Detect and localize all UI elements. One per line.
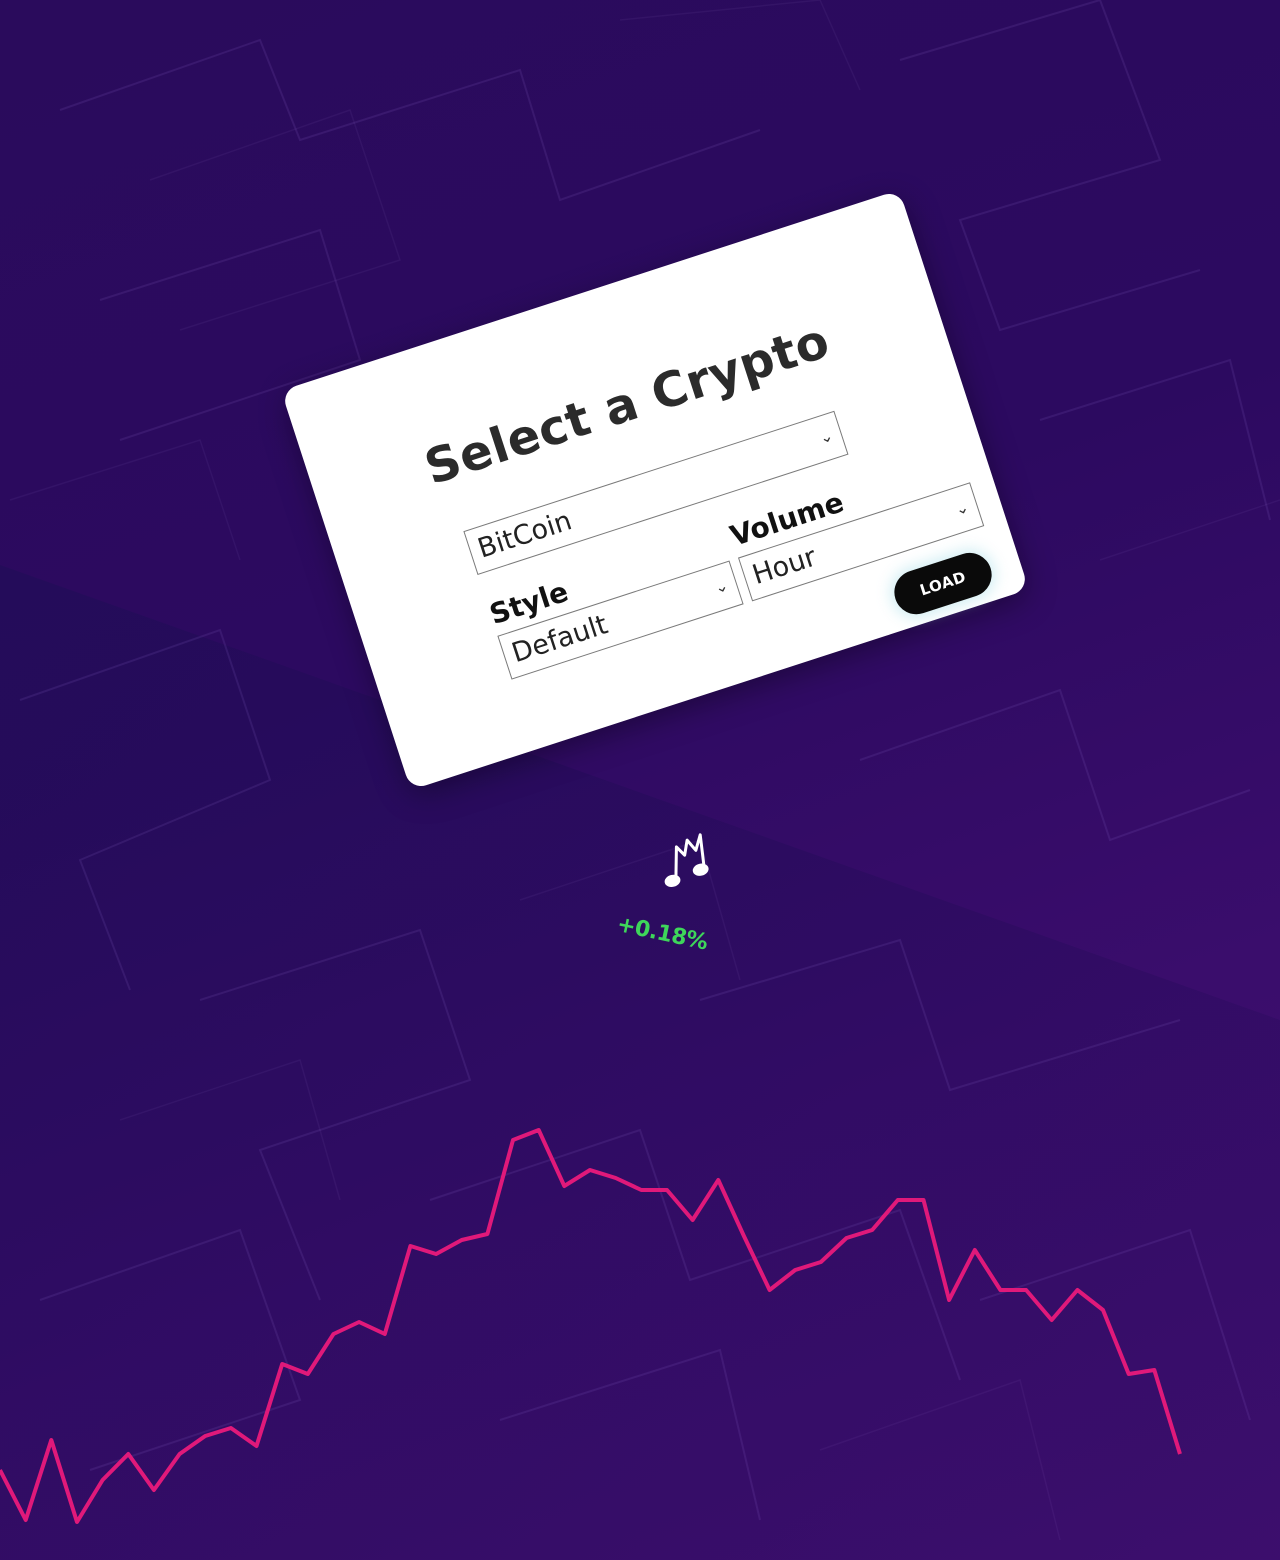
price-line [0, 1128, 1182, 1524]
app-root: Select a Crypto BitCoin ⌄ Style Volume D… [0, 0, 1280, 1560]
price-chart [0, 1128, 1182, 1524]
